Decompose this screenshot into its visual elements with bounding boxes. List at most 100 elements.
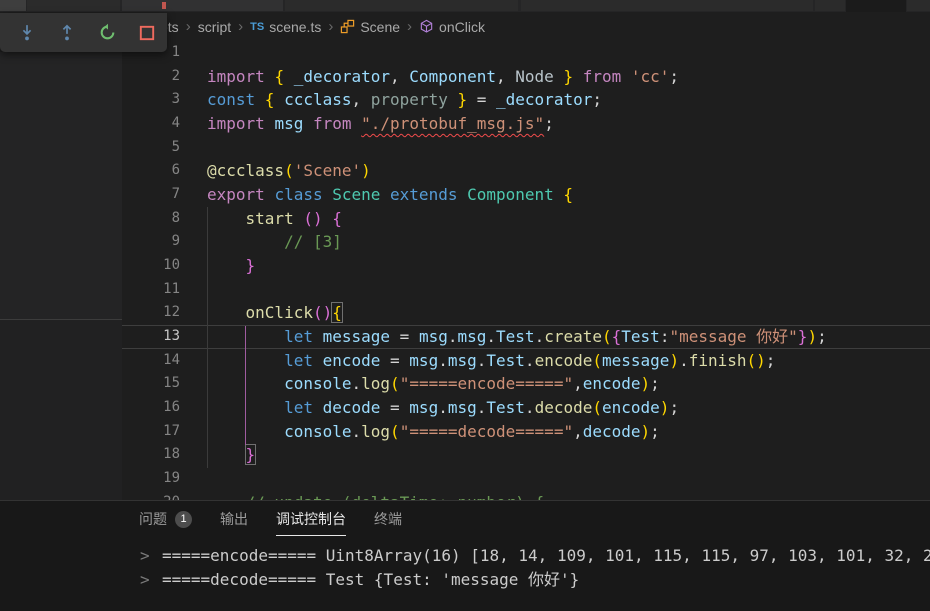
line-number[interactable]: 19: [122, 467, 180, 491]
stop-button[interactable]: [127, 16, 167, 50]
breadcrumb-label: scene.ts: [269, 18, 322, 35]
code-text: console.log("=====encode=====",encode);: [284, 374, 660, 394]
line-number[interactable]: 5: [122, 136, 180, 160]
bottom-panel: 问题 1 输出 调试控制台 终端 > =====encode===== Uint8Arra…: [0, 500, 930, 611]
breadcrumb: ets › script › TS scene.ts › Scene › onC…: [122, 12, 930, 41]
panel-tab-label: 终端: [374, 511, 402, 527]
panel-tab-label: 问题: [139, 511, 167, 527]
code-lines: 1 2 import { _decorator, Component, Node }…: [122, 41, 930, 500]
debug-sidebar: [0, 52, 122, 500]
step-into-icon: [22, 24, 32, 40]
code-line-13[interactable]: 13 let message = msg.msg.Test.create({Te…: [122, 325, 930, 349]
code-line-17[interactable]: 17 console.log("=====decode=====",decode…: [122, 420, 930, 444]
tab-fragment[interactable]: [0, 0, 26, 11]
line-number[interactable]: 2: [122, 65, 180, 89]
code-line-4[interactable]: 4 import msg from "./protobuf_msg.js";: [122, 112, 930, 136]
panel-tab-label: 输出: [220, 511, 248, 527]
code-line-1[interactable]: 1: [122, 41, 930, 65]
panel-tab[interactable]: 输出: [220, 501, 248, 537]
line-number[interactable]: 17: [122, 420, 180, 444]
code-text: }: [244, 444, 257, 466]
stop-icon: [139, 25, 155, 40]
breadcrumb-item-script[interactable]: script: [198, 19, 231, 35]
line-number[interactable]: 7: [122, 183, 180, 207]
file-icon-fragment: [162, 2, 166, 9]
breadcrumb-item-scene-class[interactable]: Scene: [340, 19, 400, 35]
debug-console-output[interactable]: > =====encode===== Uint8Array(16) [18, 14…: [0, 544, 930, 591]
code-line-5[interactable]: 5: [122, 136, 930, 160]
code-line-8[interactable]: 8 start () {: [122, 207, 930, 231]
panel-tab[interactable]: 问题 1: [139, 501, 192, 537]
code-line-14[interactable]: 14 let encode = msg.msg.Test.encode(mess…: [122, 349, 930, 373]
breadcrumb-label: onClick: [439, 18, 485, 35]
tab-fragment[interactable]: [122, 0, 283, 11]
step-out-button[interactable]: [47, 16, 87, 50]
code-text: console.log("=====decode=====",decode);: [284, 421, 660, 441]
line-number[interactable]: 6: [122, 159, 180, 183]
code-line-16[interactable]: 16 let decode = msg.msg.Test.decode(enco…: [122, 396, 930, 420]
code-line-9[interactable]: 9 // [3]: [122, 230, 930, 254]
code-text: export class Scene extends Component {: [207, 185, 574, 205]
code-text: start () {: [245, 208, 342, 228]
chevron-right-icon: >: [140, 546, 150, 565]
line-number[interactable]: 4: [122, 112, 180, 136]
breadcrumb-item-onclick-method[interactable]: onClick: [419, 19, 485, 35]
code-line-19[interactable]: 19: [122, 467, 930, 491]
code-line-10[interactable]: 10 }: [122, 254, 930, 278]
code-line-18[interactable]: 18 }: [122, 443, 930, 467]
breadcrumb-item-scene-ts[interactable]: TS scene.ts: [250, 19, 321, 35]
code-editor[interactable]: 1 2 import { _decorator, Component, Node }…: [122, 41, 930, 500]
code-line-3[interactable]: 3 const { ccclass, property } = _decorato…: [122, 88, 930, 112]
panel-tab[interactable]: 终端: [374, 501, 402, 537]
line-number[interactable]: 8: [122, 207, 180, 231]
line-number[interactable]: 15: [122, 372, 180, 396]
code-text: // update (deltaTime: number) {: [180, 491, 545, 500]
line-number[interactable]: 12: [122, 301, 180, 325]
code-line-15[interactable]: 15 console.log("=====encode=====",encode…: [122, 372, 930, 396]
panel-tab-label: 调试控制台: [276, 511, 346, 527]
line-number[interactable]: 14: [122, 349, 180, 373]
line-number[interactable]: 11: [122, 278, 180, 302]
panel-tab[interactable]: 调试控制台: [276, 501, 346, 537]
tab-fragment[interactable]: [907, 0, 930, 11]
code-text: const { ccclass, property } = _decorator…: [207, 90, 602, 110]
code-line-7[interactable]: 7 export class Scene extends Component {: [122, 183, 930, 207]
code-line-2[interactable]: 2 import { _decorator, Component, Node } …: [122, 65, 930, 89]
line-number[interactable]: 16: [122, 396, 180, 420]
tab-fragment[interactable]: [815, 0, 845, 11]
code-text: let encode = msg.msg.Test.encode(message…: [284, 350, 776, 370]
line-number[interactable]: 20: [122, 491, 180, 500]
code-text: import msg from "./protobuf_msg.js";: [207, 114, 554, 134]
restart-button[interactable]: [87, 16, 127, 50]
chevron-right-icon: ›: [328, 18, 334, 35]
tab-fragment[interactable]: [27, 0, 120, 11]
panel-tabs: 问题 1 输出 调试控制台 终端: [0, 501, 930, 537]
console-text: =====encode===== Uint8Array(16) [18, 14,…: [162, 546, 930, 565]
code-line-11[interactable]: 11: [122, 278, 930, 302]
line-number[interactable]: 9: [122, 230, 180, 254]
step-out-icon: [62, 24, 72, 40]
tab-fragment[interactable]: [521, 0, 813, 11]
step-into-button[interactable]: [7, 16, 47, 50]
chevron-right-icon: ›: [407, 18, 413, 35]
line-number[interactable]: 13: [122, 325, 180, 349]
sidebar-section-divider[interactable]: [0, 319, 122, 320]
code-line-6[interactable]: 6 @ccclass('Scene'): [122, 159, 930, 183]
chevron-right-icon: ›: [238, 18, 244, 35]
code-text: }: [245, 256, 256, 276]
code-line-20[interactable]: 20 // update (deltaTime: number) {: [122, 491, 930, 500]
console-row: > =====decode===== Test {Test: 'message 你…: [0, 568, 930, 592]
breadcrumb-label: Scene: [360, 18, 401, 35]
restart-icon: [100, 23, 114, 40]
line-number[interactable]: 10: [122, 254, 180, 278]
code-line-12[interactable]: 12 onClick(){: [122, 301, 930, 325]
line-number[interactable]: 3: [122, 88, 180, 112]
console-row: > =====encode===== Uint8Array(16) [18, 14…: [0, 544, 930, 568]
chevron-right-icon: ›: [185, 18, 191, 35]
method-symbol-icon: [420, 19, 433, 33]
line-number[interactable]: 18: [122, 443, 180, 467]
typescript-file-icon: TS: [250, 20, 265, 33]
tab-fragment[interactable]: [285, 0, 518, 11]
code-text: onClick(){: [245, 302, 343, 324]
